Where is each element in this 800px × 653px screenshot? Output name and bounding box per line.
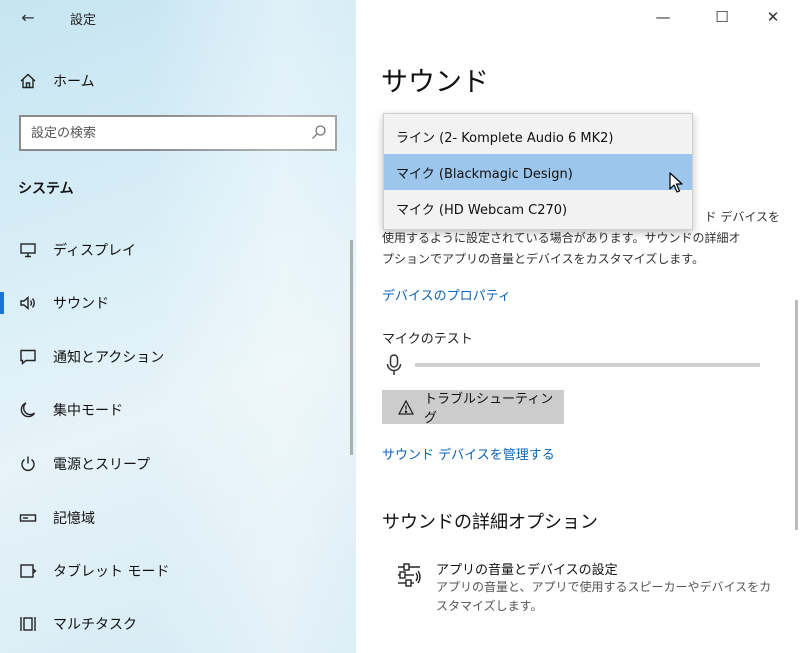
search-icon[interactable] — [311, 124, 327, 144]
sidebar-item-sound[interactable]: サウンド — [0, 283, 356, 323]
minimize-icon: — — [655, 8, 671, 26]
warning-icon — [398, 399, 414, 415]
dropdown-option-line-in[interactable]: ライン (2- Komplete Audio 6 MK2) — [384, 118, 692, 154]
mouse-cursor-icon — [669, 172, 685, 198]
back-button[interactable]: ← — [14, 6, 42, 30]
sidebar-item-tablet[interactable]: タブレット モード — [0, 551, 356, 591]
sidebar-item-storage[interactable]: 記憶域 — [0, 498, 356, 538]
main-scrollbar[interactable] — [795, 300, 798, 530]
minimize-button[interactable]: — — [646, 4, 680, 30]
main-panel: — ☐ ✕ サウンド ド デバイスを 使用するように設定されている場合があります… — [356, 0, 800, 653]
desc-line-3: プションでアプリの音量とデバイスをカスタマイズします。 — [382, 252, 705, 266]
speaker-icon — [18, 293, 38, 313]
search-box[interactable] — [19, 115, 337, 151]
multitask-icon — [18, 614, 38, 634]
app-volume-settings-description: アプリの音量と、アプリで使用するスピーカーやデバイスをカスタマイズします。 — [436, 580, 772, 613]
mic-test-label: マイクのテスト — [382, 332, 473, 347]
microphone-icon — [386, 354, 402, 380]
back-arrow-icon: ← — [21, 8, 35, 27]
page-title: サウンド — [381, 67, 489, 98]
troubleshoot-button[interactable]: トラブルシューティング — [382, 390, 564, 426]
sidebar-item-label: 通知とアクション — [53, 350, 165, 366]
sidebar-item-label: 電源とスリープ — [53, 457, 151, 473]
sidebar-item-label: ディスプレイ — [53, 243, 137, 259]
dropdown-option-label: ライン (2- Komplete Audio 6 MK2) — [396, 130, 614, 146]
sidebar-scrollbar[interactable] — [350, 240, 353, 455]
troubleshoot-label: トラブルシューティング — [424, 392, 554, 426]
maximize-button[interactable]: ☐ — [705, 4, 739, 30]
sidebar-item-home[interactable]: ホーム — [0, 61, 356, 101]
app-title: 設定 — [70, 13, 97, 28]
input-device-dropdown[interactable]: ライン (2- Komplete Audio 6 MK2) マイク (Black… — [383, 113, 693, 230]
mic-level-meter — [415, 363, 760, 367]
sidebar-item-label: 集中モード — [53, 403, 123, 419]
dropdown-option-label: マイク (HD Webcam C270) — [396, 202, 568, 218]
close-button[interactable]: ✕ — [756, 4, 790, 30]
sidebar-item-label: 記憶域 — [53, 511, 95, 527]
dropdown-option-blackmagic-mic[interactable]: マイク (Blackmagic Design) — [384, 154, 692, 190]
dropdown-option-label: マイク (Blackmagic Design) — [396, 166, 573, 182]
device-properties-link[interactable]: デバイスのプロパティ — [382, 285, 511, 304]
sidebar-item-label: タブレット モード — [53, 564, 170, 580]
tablet-icon — [18, 561, 38, 581]
maximize-icon: ☐ — [715, 8, 729, 26]
section-heading: システム — [18, 181, 74, 197]
sidebar-item-label: ホーム — [53, 74, 95, 90]
sidebar-item-label: サウンド — [53, 296, 109, 312]
monitor-icon — [18, 240, 38, 260]
moon-icon — [18, 400, 38, 420]
app-volume-settings-link[interactable]: アプリの音量とデバイスの設定 — [436, 559, 618, 578]
dropdown-option-webcam-mic[interactable]: マイク (HD Webcam C270) — [384, 190, 692, 226]
power-icon — [18, 454, 38, 474]
home-icon — [18, 71, 38, 91]
manage-sound-devices-link[interactable]: サウンド デバイスを管理する — [382, 444, 555, 463]
desc-line-2: 使用するように設定されている場合があります。サウンドの詳細オ — [382, 231, 741, 245]
sidebar: ← 設定 ホーム システム ディスプレイ — [0, 0, 356, 653]
sidebar-item-label: マルチタスク — [53, 617, 137, 633]
advanced-section-title: サウンドの詳細オプション — [382, 512, 598, 533]
sidebar-item-focus[interactable]: 集中モード — [0, 390, 356, 430]
search-input[interactable] — [21, 125, 301, 141]
sidebar-item-display[interactable]: ディスプレイ — [0, 230, 356, 270]
sidebar-item-power[interactable]: 電源とスリープ — [0, 444, 356, 484]
sliders-icon[interactable] — [396, 562, 422, 592]
sidebar-item-multitask[interactable]: マルチタスク — [0, 604, 356, 644]
sidebar-item-notifications[interactable]: 通知とアクション — [0, 337, 356, 377]
notification-icon — [18, 347, 38, 367]
storage-icon — [18, 508, 38, 528]
close-icon: ✕ — [766, 8, 780, 26]
